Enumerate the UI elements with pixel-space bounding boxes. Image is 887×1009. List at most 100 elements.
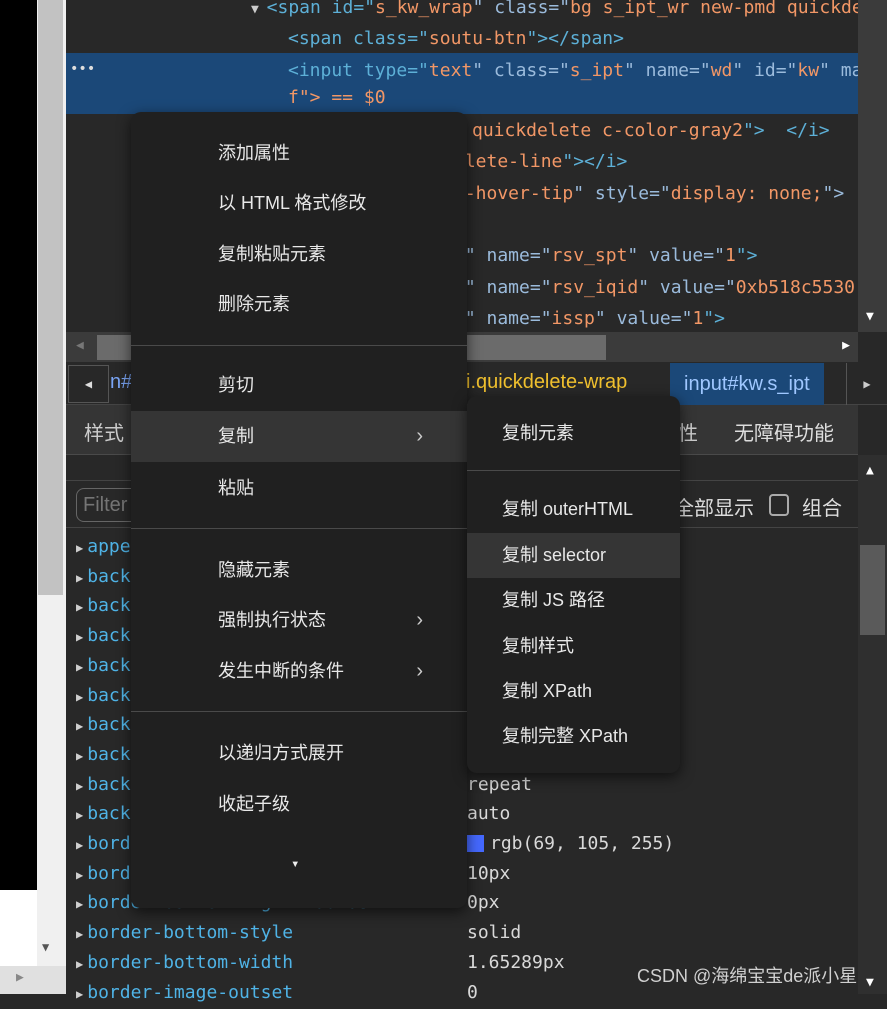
menu-item-edit-as-html[interactable]: 以 HTML 格式修改 [131, 178, 467, 228]
menu-item-label: 复制 [218, 426, 254, 446]
menu-item-force-state[interactable]: 强制执行状态 › [131, 595, 467, 645]
menu-item-cut[interactable]: 剪切 [131, 360, 467, 410]
expand-triangle-icon[interactable]: ▶ [76, 571, 83, 585]
property-name: border-bottom-width [87, 951, 294, 973]
expand-triangle-icon[interactable]: ▶ [76, 690, 83, 704]
expand-triangle-icon[interactable]: ▶ [76, 808, 83, 822]
property-value: 0 [467, 978, 478, 1007]
menu-item-hide-element[interactable]: 隐藏元素 [131, 545, 467, 595]
horizontal-scrollbar-page[interactable]: ▶ [0, 966, 66, 994]
tab-styles[interactable]: 样式 [84, 417, 124, 446]
tab-accessibility[interactable]: 无障碍功能 [734, 417, 834, 446]
property-row[interactable]: ▶ back [76, 740, 131, 769]
tree-line[interactable]: u-hover-tip" style="display: none;"> [454, 183, 844, 205]
property-value: repeat [467, 770, 532, 799]
expand-triangle-icon[interactable]: ▶ [76, 719, 83, 733]
property-name: appe [87, 536, 131, 557]
tree-line-selected[interactable]: <input type="text" class="s_ipt" name="w… [288, 60, 858, 82]
tree-line-selected-cont: f"> == $0 [288, 87, 386, 108]
property-row[interactable]: ▶ back [76, 562, 131, 591]
property-row[interactable]: ▶ bord [76, 859, 131, 888]
color-swatch[interactable] [467, 835, 484, 852]
property-row[interactable]: ▶ appe [76, 532, 131, 561]
submenu-copy-full-xpath[interactable]: 复制完整 XPath [467, 714, 680, 759]
menu-item-break-on[interactable]: 发生中断的条件 › [131, 646, 467, 696]
submenu-copy-selector[interactable]: 复制 selector [467, 533, 680, 578]
submenu-copy-styles[interactable]: 复制样式 [467, 624, 680, 669]
expand-triangle-icon[interactable]: ▶ [76, 779, 83, 793]
tree-line[interactable]: n" name="rsv_spt" value="1"> [454, 245, 757, 267]
property-value-text: rgb(69, 105, 255) [490, 833, 675, 854]
menu-item-duplicate-element[interactable]: 复制粘贴元素 [131, 229, 467, 279]
chevron-right-icon: › [416, 609, 423, 631]
scroll-left-icon[interactable]: ◀ [76, 338, 84, 353]
breadcrumb-right-arrow-icon[interactable]: ▶ [846, 363, 887, 405]
expand-triangle-icon[interactable]: ▶ [76, 927, 83, 941]
scroll-up-icon[interactable]: ▲ [866, 463, 874, 478]
scroll-right-icon[interactable]: ▶ [842, 338, 850, 353]
property-row[interactable]: ▶ back [76, 651, 131, 680]
tree-line[interactable]: quickdelete c-color-gray2"> </i> [472, 120, 830, 142]
chevron-right-icon: › [416, 425, 423, 447]
group-label: 组合 [802, 498, 842, 520]
properties-scrollbar[interactable]: ▲ ▼ [858, 455, 887, 994]
property-row[interactable]: ▶ back [76, 799, 131, 828]
breadcrumb-item[interactable]: i.quickdelete-wrap [466, 371, 627, 394]
expand-triangle-icon[interactable]: ▶ [76, 897, 83, 911]
expand-triangle-icon[interactable]: ▶ [76, 838, 83, 852]
property-name: bord [87, 862, 131, 884]
property-row[interactable]: ▶ back [76, 681, 131, 710]
group-checkbox[interactable] [769, 494, 789, 516]
property-value-text: repeat [467, 773, 533, 795]
property-value: 10px [467, 859, 510, 888]
menu-item-copy[interactable]: 复制 › [131, 411, 467, 462]
expand-triangle-icon[interactable]: ▶ [76, 600, 83, 614]
menu-item-add-attribute[interactable]: 添加属性 [131, 128, 467, 178]
menu-divider [131, 528, 467, 529]
property-row[interactable]: ▶ back [76, 770, 131, 799]
breadcrumb-item-active[interactable]: input#kw.s_ipt [670, 363, 824, 405]
show-all-label[interactable]: 全部显示 [674, 492, 754, 521]
node-actions-dots[interactable]: ••• [70, 58, 95, 80]
property-row[interactable]: ▶ back [76, 710, 131, 739]
scroll-down-icon[interactable]: ▼ [866, 975, 874, 990]
tree-line[interactable]: ▼ <span id="s_kw_wrap" class="bg s_ipt_w… [251, 0, 858, 21]
menu-item-paste[interactable]: 粘贴 [131, 463, 467, 513]
tree-line[interactable]: n" name="rsv_iqid" value="0xb518c5530 [454, 277, 855, 299]
expand-triangle-icon[interactable]: ▶ [76, 541, 83, 555]
expand-triangle-icon[interactable]: ▶ [76, 868, 83, 882]
menu-scroll-down-icon[interactable]: ▾ [291, 856, 299, 872]
property-value: auto [467, 799, 510, 828]
expand-triangle-icon[interactable]: ▶ [76, 630, 83, 644]
property-row[interactable]: ▶ back [76, 591, 131, 620]
property-row[interactable]: ▶ border-image-outset [76, 978, 293, 1007]
property-name: back [87, 714, 131, 736]
scroll-down-icon[interactable]: ▼ [866, 309, 874, 324]
breadcrumb-item[interactable]: n# [110, 371, 132, 394]
scroll-down-arrow-icon[interactable]: ▼ [42, 940, 49, 954]
tab-properties[interactable]: 性 [678, 417, 698, 446]
property-row[interactable]: ▶ border-bottom-width [76, 948, 293, 977]
property-row[interactable]: ▶ bord [76, 829, 131, 858]
expand-triangle-icon[interactable]: ▶ [76, 957, 83, 971]
menu-item-collapse-children[interactable]: 收起子级 [131, 779, 467, 829]
property-name: bord [87, 833, 131, 854]
property-row[interactable]: ▶ border-bottom-style [76, 918, 293, 947]
scroll-right-arrow-icon[interactable]: ▶ [16, 970, 24, 985]
tree-line[interactable]: <span class="soutu-btn"></span> [288, 28, 624, 50]
scrollbar-thumb[interactable] [860, 545, 885, 635]
submenu-copy-element[interactable]: 复制元素 [467, 411, 680, 456]
menu-item-delete-element[interactable]: 删除元素 [131, 279, 467, 329]
menu-item-expand-recursively[interactable]: 以递归方式展开 [131, 728, 467, 778]
tree-line[interactable]: n" name="issp" value="1"> [454, 308, 725, 330]
breadcrumb-left-arrow-icon[interactable]: ◀ [68, 365, 109, 403]
submenu-copy-outerhtml[interactable]: 复制 outerHTML [467, 487, 680, 532]
expand-triangle-icon[interactable]: ▶ [76, 749, 83, 763]
page-scrollbar-thumb[interactable] [38, 0, 63, 595]
expand-triangle-icon[interactable]: ▶ [76, 660, 83, 674]
tree-vertical-scrollbar[interactable]: ▼ [858, 0, 887, 332]
submenu-copy-xpath[interactable]: 复制 XPath [467, 669, 680, 714]
submenu-copy-js-path[interactable]: 复制 JS 路径 [467, 578, 680, 623]
property-row[interactable]: ▶ back [76, 621, 131, 650]
tree-line[interactable]: elete-line"></i> [454, 151, 627, 173]
